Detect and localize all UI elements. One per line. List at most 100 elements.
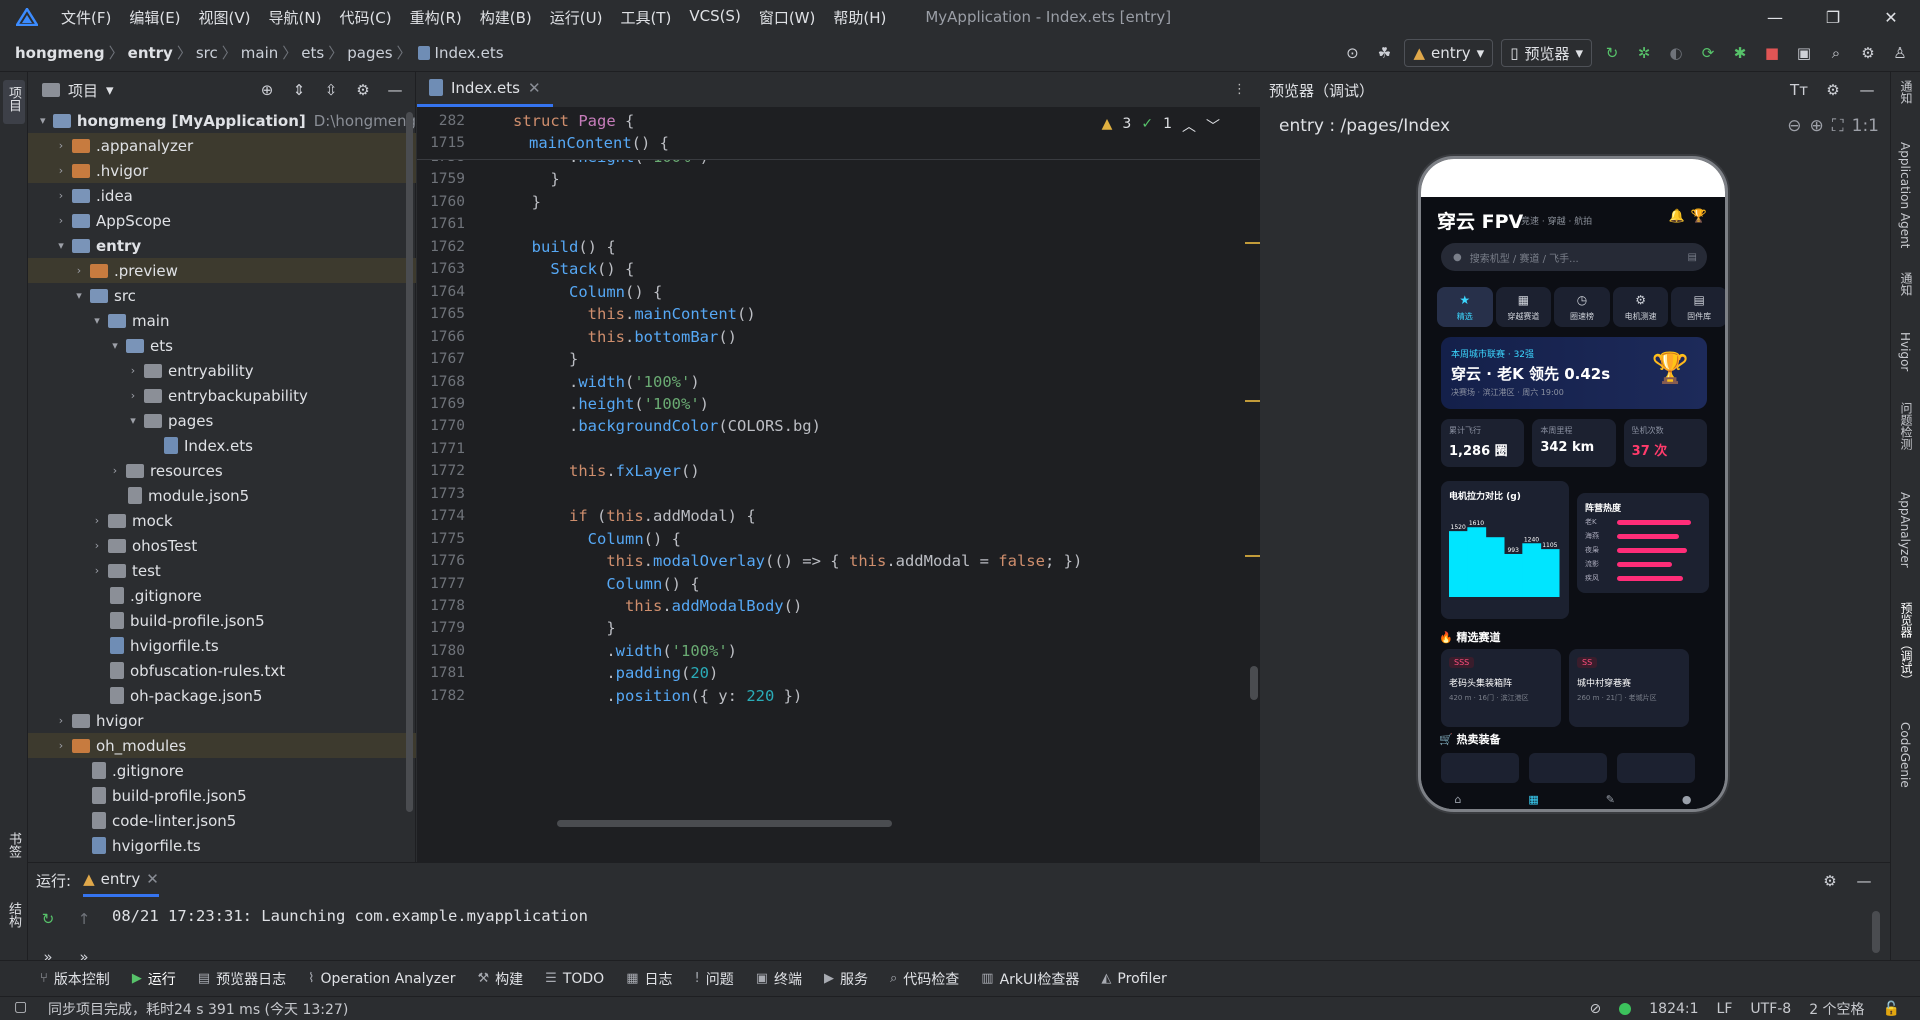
menu-item[interactable]: 重构(R) [401,7,471,28]
breadcrumb-item[interactable]: main [241,44,278,62]
tree-node[interactable]: › test [28,558,416,583]
file-encoding[interactable]: UTF-8 [1750,1001,1791,1017]
hvigor-tool-label[interactable]: Hvigor [1898,332,1912,371]
notifications-tool-label[interactable]: 通知 [1898,80,1915,104]
tools-tab-icon[interactable]: ✎ [1606,793,1615,806]
readonly-icon[interactable]: 🔓 [1883,1001,1900,1017]
indent-setting[interactable]: 2 个空格 [1809,999,1864,1019]
chevron-right-icon[interactable]: › [108,464,122,477]
category-item[interactable]: ⚙ 电机测速 [1612,287,1669,327]
code-line[interactable]: 1776 this.modalOverlay(() => { this.addM… [417,550,1247,572]
chevron-up-icon[interactable]: ︿ [1182,116,1196,136]
chevron-down-icon[interactable]: ▾ [126,414,140,427]
bookmarks-tool-label[interactable]: 书签 [4,832,23,858]
tree-node[interactable]: › .preview [28,258,416,283]
previewer-tool-label[interactable]: 预览器（调试） [1898,602,1915,686]
appanalyzer-tool-label[interactable]: AppAnalyzer [1898,492,1912,568]
code-line[interactable]: 1774 if (this.addModal) { [417,505,1247,527]
attach-icon[interactable]: ◐ [1664,41,1688,65]
fit-icon[interactable]: ⛶ [1832,116,1844,136]
tool-window-2[interactable]: ▤ 预览器日志 [198,969,286,989]
code-line[interactable]: 1779 } [417,617,1247,639]
run-scrollbar[interactable] [1872,911,1880,953]
error-stripe-mark[interactable] [1245,242,1260,244]
breadcrumb-item[interactable]: Index.ets [435,44,504,62]
close-tab-icon[interactable]: ✕ [528,79,541,97]
chevron-right-icon[interactable]: › [90,539,104,552]
tab-index-ets[interactable]: Index.ets ✕ [417,71,553,107]
tree-node[interactable]: › .appanalyzer [28,133,416,158]
structure-tool-label[interactable]: 结构 [4,902,23,928]
menu-item[interactable]: 视图(V) [190,7,260,28]
chevron-down-icon[interactable]: ▾ [90,314,104,327]
search-icon[interactable]: ⌕ [1824,41,1848,65]
tree-node[interactable]: ▾ src [28,283,416,308]
zoom-in-icon[interactable]: ⊕ [1809,116,1823,136]
expand-all-icon[interactable]: ⇕ [287,78,311,102]
one-to-one-icon[interactable]: 1:1 [1852,116,1879,136]
tree-node[interactable]: › .hvigor [28,158,416,183]
stat-card[interactable]: 本周里程 342 km [1532,419,1616,467]
error-stripe-mark[interactable] [1245,555,1260,557]
tool-window-9[interactable]: ▶ 服务 [824,969,868,989]
tree-node[interactable]: module.json5 [28,483,416,508]
tree-node[interactable]: hvigorfile.ts [28,633,416,658]
category-item[interactable]: ▦ 穿越赛道 [1495,287,1552,327]
notifications-tool-label[interactable]: 通知 [1898,272,1915,296]
breadcrumb-item[interactable]: entry [128,44,173,62]
tree-node[interactable]: › hvigor [28,708,416,733]
code-line[interactable]: 1766 this.bottomBar() [417,326,1247,348]
gear-card[interactable] [1529,753,1607,783]
category-item[interactable]: ★ 精选 [1437,287,1493,327]
menu-item[interactable]: 窗口(W) [750,7,825,28]
tool-window-11[interactable]: ▥ ArkUI检查器 [981,969,1079,989]
project-tool-label[interactable]: 项目 [4,86,23,112]
close-button[interactable]: ✕ [1862,0,1920,34]
code-line[interactable]: 1782 .position({ y: 220 }) [417,685,1247,707]
tree-node[interactable]: hvigorfile.ts [28,833,416,858]
codegenie-tool-label[interactable]: CodeGenie [1898,722,1912,788]
menu-item[interactable]: 文件(F) [52,7,120,28]
inspection-widget[interactable]: ▲ 3 ✓ 1 ︿ ﹀ [1102,116,1220,136]
hide-icon[interactable]: — [1855,78,1879,102]
editor-vscrollbar[interactable] [1250,666,1258,700]
scan-icon[interactable]: ▤ [1688,252,1697,263]
gear-icon[interactable]: ⚙ [1818,869,1842,893]
hide-icon[interactable]: — [1852,869,1876,893]
gear-card[interactable] [1441,753,1519,783]
project-panel-title[interactable]: 项目 [68,80,98,101]
settings-icon[interactable]: ⚙ [1856,41,1880,65]
tracks-tab-icon[interactable]: ▦ [1528,793,1538,806]
stop-icon[interactable]: ■ [1760,41,1784,65]
problem-detect-tool-label[interactable]: 问题检测 [1898,402,1915,450]
code-line[interactable]: 1773 [417,483,1247,505]
editor-hscrollbar[interactable] [557,820,892,827]
code-line[interactable]: 1780 .width('100%') [417,640,1247,662]
bell-icon[interactable]: 🔔 [1669,209,1685,224]
more-icon[interactable]: ⋮ [1233,82,1260,97]
stat-card[interactable]: 坠机次数 37 次 [1623,419,1707,467]
code-line[interactable]: 1765 this.mainContent() [417,303,1247,325]
tree-node[interactable]: ▾ ets [28,333,416,358]
minimize-button[interactable]: — [1746,0,1804,34]
tool-window-7[interactable]: ! 问题 [695,969,734,989]
code-line[interactable]: 1763 Stack() { [417,258,1247,280]
app-search-input[interactable]: ● 搜索机型 / 赛道 / 飞手... ▤ [1441,243,1707,271]
collapse-all-icon[interactable]: ⇳ [319,78,343,102]
chevron-down-icon[interactable]: ▾ [54,239,68,252]
tree-node[interactable]: › entryability [28,358,416,383]
chevron-right-icon[interactable]: › [72,264,86,277]
code-line[interactable]: 1769 .height('100%') [417,393,1247,415]
home-tab-icon[interactable]: ⌂ [1454,793,1461,806]
tree-node[interactable]: › resources [28,458,416,483]
rerun-icon[interactable]: ↻ [1600,41,1624,65]
zoom-out-icon[interactable]: ⊖ [1787,116,1801,136]
code-line[interactable]: 1770 .backgroundColor(COLORS.bg) [417,415,1247,437]
code-line[interactable]: 1772 this.fxLayer() [417,460,1247,482]
tool-window-10[interactable]: ⌕ 代码检查 [890,969,959,989]
agent-tool-label[interactable]: Application Agent [1898,142,1912,248]
target-icon[interactable]: ⊙ [1340,41,1364,65]
tool-window-4[interactable]: ⚒ 构建 [478,969,524,989]
tree-node[interactable]: › .idea [28,183,416,208]
run-tab-entry[interactable]: ▲ entry ✕ [83,863,159,897]
